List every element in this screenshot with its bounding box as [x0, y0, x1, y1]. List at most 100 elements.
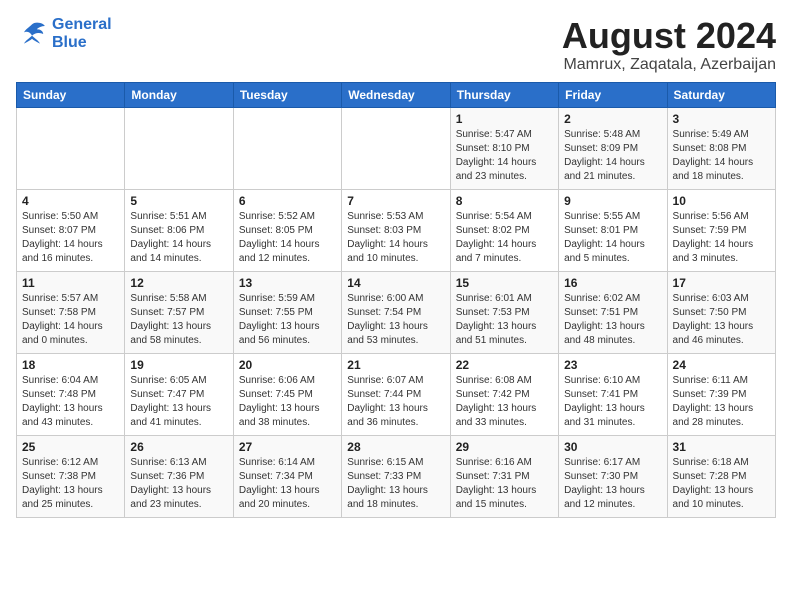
weekday-header-tuesday: Tuesday	[233, 82, 341, 107]
day-info: Sunrise: 6:17 AMSunset: 7:30 PMDaylight:…	[564, 456, 661, 512]
calendar-cell: 4Sunrise: 5:50 AMSunset: 8:07 PMDaylight…	[17, 189, 125, 271]
day-number: 8	[456, 194, 553, 208]
day-number: 29	[456, 440, 553, 454]
day-number: 12	[130, 276, 227, 290]
calendar-header: SundayMondayTuesdayWednesdayThursdayFrid…	[17, 82, 776, 107]
calendar-cell	[17, 107, 125, 189]
calendar-cell: 26 Sunrise: 6:13 AMSunset: 7:36 PMDayligh…	[125, 435, 233, 517]
calendar-cell: 28 Sunrise: 6:15 AMSunset: 7:33 PMDayligh…	[342, 435, 450, 517]
calendar-cell: 1Sunrise: 5:47 AMSunset: 8:10 PMDaylight…	[450, 107, 558, 189]
day-info: Sunrise: 5:54 AMSunset: 8:02 PMDaylight:…	[456, 210, 553, 266]
day-info: Sunrise: 6:11 AMSunset: 7:39 PMDaylight:…	[673, 374, 770, 430]
logo: General Blue	[16, 16, 112, 51]
weekday-header-wednesday: Wednesday	[342, 82, 450, 107]
calendar-cell: 11 Sunrise: 5:57 AMSunset: 7:58 PMDayligh…	[17, 271, 125, 353]
calendar-cell	[125, 107, 233, 189]
day-info: Sunrise: 6:14 AMSunset: 7:34 PMDaylight:…	[239, 456, 336, 512]
title-block: August 2024 Mamrux, Zaqatala, Azerbaijan	[562, 16, 776, 74]
page-header: General Blue August 2024 Mamrux, Zaqatal…	[16, 16, 776, 74]
logo-line2: Blue	[52, 34, 112, 52]
day-info: Sunrise: 6:02 AMSunset: 7:51 PMDaylight:…	[564, 292, 661, 348]
day-info: Sunrise: 6:07 AMSunset: 7:44 PMDaylight:…	[347, 374, 444, 430]
day-number: 15	[456, 276, 553, 290]
calendar-cell: 10Sunrise: 5:56 AMSunset: 7:59 PMDayligh…	[667, 189, 775, 271]
day-info: Sunrise: 6:10 AMSunset: 7:41 PMDaylight:…	[564, 374, 661, 430]
calendar-cell: 15 Sunrise: 6:01 AMSunset: 7:53 PMDayligh…	[450, 271, 558, 353]
day-info: Sunrise: 6:05 AMSunset: 7:47 PMDaylight:…	[130, 374, 227, 430]
calendar-cell: 3 Sunrise: 5:49 AMSunset: 8:08 PMDaylight…	[667, 107, 775, 189]
day-number: 5	[130, 194, 227, 208]
day-number: 18	[22, 358, 119, 372]
calendar-table: SundayMondayTuesdayWednesdayThursdayFrid…	[16, 82, 776, 518]
day-info: Sunrise: 6:16 AMSunset: 7:31 PMDaylight:…	[456, 456, 553, 512]
day-number: 28	[347, 440, 444, 454]
day-info: Sunrise: 6:04 AMSunset: 7:48 PMDaylight:…	[22, 374, 119, 430]
calendar-cell: 31Sunrise: 6:18 AMSunset: 7:28 PMDayligh…	[667, 435, 775, 517]
week-row-3: 11 Sunrise: 5:57 AMSunset: 7:58 PMDayligh…	[17, 271, 776, 353]
day-number: 6	[239, 194, 336, 208]
calendar-cell: 5 Sunrise: 5:51 AMSunset: 8:06 PMDaylight…	[125, 189, 233, 271]
day-info: Sunrise: 6:12 AMSunset: 7:38 PMDaylight:…	[22, 456, 119, 512]
weekday-header-saturday: Saturday	[667, 82, 775, 107]
day-info: Sunrise: 5:52 AMSunset: 8:05 PMDaylight:…	[239, 210, 336, 266]
calendar-cell: 27 Sunrise: 6:14 AMSunset: 7:34 PMDayligh…	[233, 435, 341, 517]
day-number: 9	[564, 194, 661, 208]
day-info: Sunrise: 6:15 AMSunset: 7:33 PMDaylight:…	[347, 456, 444, 512]
day-info: Sunrise: 6:06 AMSunset: 7:45 PMDaylight:…	[239, 374, 336, 430]
calendar-subtitle: Mamrux, Zaqatala, Azerbaijan	[562, 56, 776, 74]
calendar-cell: 7Sunrise: 5:53 AMSunset: 8:03 PMDaylight…	[342, 189, 450, 271]
day-info: Sunrise: 6:00 AMSunset: 7:54 PMDaylight:…	[347, 292, 444, 348]
day-number: 11	[22, 276, 119, 290]
day-number: 24	[673, 358, 770, 372]
day-number: 27	[239, 440, 336, 454]
day-info: Sunrise: 5:53 AMSunset: 8:03 PMDaylight:…	[347, 210, 444, 266]
calendar-cell: 24 Sunrise: 6:11 AMSunset: 7:39 PMDayligh…	[667, 353, 775, 435]
weekday-header-sunday: Sunday	[17, 82, 125, 107]
calendar-cell: 18 Sunrise: 6:04 AMSunset: 7:48 PMDayligh…	[17, 353, 125, 435]
day-info: Sunrise: 5:49 AMSunset: 8:08 PMDaylight:…	[673, 128, 770, 184]
day-number: 25	[22, 440, 119, 454]
weekday-header-row: SundayMondayTuesdayWednesdayThursdayFrid…	[17, 82, 776, 107]
logo-line1: General	[52, 16, 112, 34]
day-number: 26	[130, 440, 227, 454]
day-info: Sunrise: 5:47 AMSunset: 8:10 PMDaylight:…	[456, 128, 553, 184]
day-info: Sunrise: 5:48 AMSunset: 8:09 PMDaylight:…	[564, 128, 661, 184]
weekday-header-thursday: Thursday	[450, 82, 558, 107]
day-info: Sunrise: 5:55 AMSunset: 8:01 PMDaylight:…	[564, 210, 661, 266]
calendar-cell: 6 Sunrise: 5:52 AMSunset: 8:05 PMDaylight…	[233, 189, 341, 271]
week-row-5: 25 Sunrise: 6:12 AMSunset: 7:38 PMDayligh…	[17, 435, 776, 517]
day-number: 23	[564, 358, 661, 372]
calendar-title: August 2024	[562, 16, 776, 56]
calendar-cell	[233, 107, 341, 189]
logo-bird-icon	[16, 18, 48, 50]
day-number: 13	[239, 276, 336, 290]
day-info: Sunrise: 6:18 AMSunset: 7:28 PMDaylight:…	[673, 456, 770, 512]
day-number: 3	[673, 112, 770, 126]
calendar-cell: 17 Sunrise: 6:03 AMSunset: 7:50 PMDayligh…	[667, 271, 775, 353]
calendar-body: 1Sunrise: 5:47 AMSunset: 8:10 PMDaylight…	[17, 107, 776, 517]
calendar-cell: 25 Sunrise: 6:12 AMSunset: 7:38 PMDayligh…	[17, 435, 125, 517]
day-number: 22	[456, 358, 553, 372]
day-number: 2	[564, 112, 661, 126]
calendar-cell: 30 Sunrise: 6:17 AMSunset: 7:30 PMDayligh…	[559, 435, 667, 517]
weekday-header-friday: Friday	[559, 82, 667, 107]
day-info: Sunrise: 6:03 AMSunset: 7:50 PMDaylight:…	[673, 292, 770, 348]
day-info: Sunrise: 5:58 AMSunset: 7:57 PMDaylight:…	[130, 292, 227, 348]
day-number: 30	[564, 440, 661, 454]
calendar-cell: 12 Sunrise: 5:58 AMSunset: 7:57 PMDayligh…	[125, 271, 233, 353]
calendar-cell	[342, 107, 450, 189]
day-info: Sunrise: 5:51 AMSunset: 8:06 PMDaylight:…	[130, 210, 227, 266]
day-info: Sunrise: 5:57 AMSunset: 7:58 PMDaylight:…	[22, 292, 119, 348]
calendar-cell: 21 Sunrise: 6:07 AMSunset: 7:44 PMDayligh…	[342, 353, 450, 435]
calendar-cell: 9 Sunrise: 5:55 AMSunset: 8:01 PMDaylight…	[559, 189, 667, 271]
day-info: Sunrise: 6:01 AMSunset: 7:53 PMDaylight:…	[456, 292, 553, 348]
day-number: 17	[673, 276, 770, 290]
day-info: Sunrise: 6:08 AMSunset: 7:42 PMDaylight:…	[456, 374, 553, 430]
week-row-4: 18 Sunrise: 6:04 AMSunset: 7:48 PMDayligh…	[17, 353, 776, 435]
day-number: 21	[347, 358, 444, 372]
day-info: Sunrise: 6:13 AMSunset: 7:36 PMDaylight:…	[130, 456, 227, 512]
calendar-cell: 13Sunrise: 5:59 AMSunset: 7:55 PMDayligh…	[233, 271, 341, 353]
calendar-cell: 23 Sunrise: 6:10 AMSunset: 7:41 PMDayligh…	[559, 353, 667, 435]
week-row-2: 4Sunrise: 5:50 AMSunset: 8:07 PMDaylight…	[17, 189, 776, 271]
calendar-cell: 19Sunrise: 6:05 AMSunset: 7:47 PMDayligh…	[125, 353, 233, 435]
